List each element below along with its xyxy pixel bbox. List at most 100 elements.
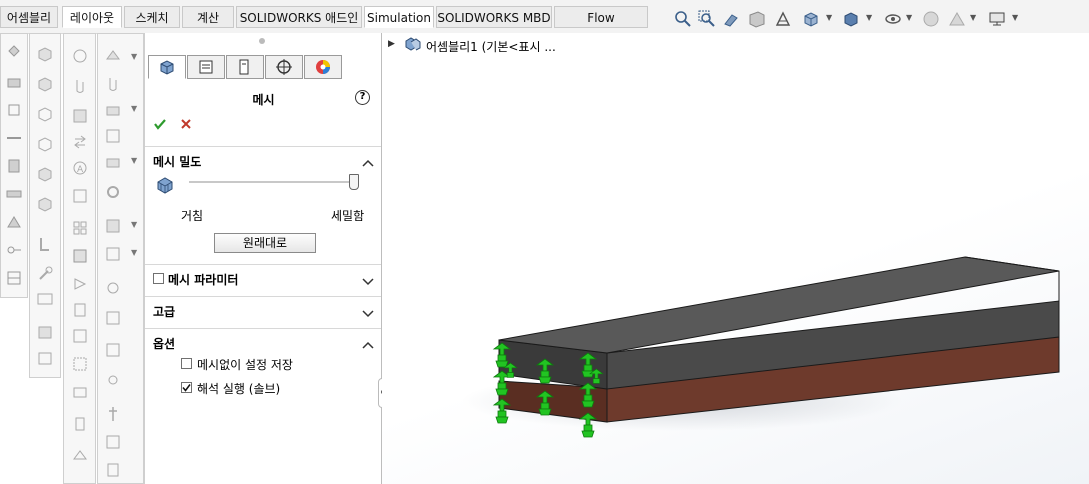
cube-icon[interactable] bbox=[35, 104, 55, 124]
bill-of-materials-icon[interactable] bbox=[4, 268, 24, 288]
zoom-to-fit-icon[interactable] bbox=[674, 10, 692, 28]
tab-solidworks-mbd[interactable]: SOLIDWORKS MBD bbox=[436, 6, 552, 28]
plot-icon[interactable] bbox=[70, 326, 90, 346]
chevron-down-icon[interactable]: ▼ bbox=[131, 52, 137, 61]
dashed-box-icon[interactable] bbox=[70, 354, 90, 374]
chevron-up-icon[interactable] bbox=[362, 338, 374, 349]
chevron-down-icon[interactable]: ▼ bbox=[1012, 13, 1018, 22]
box-icon[interactable] bbox=[35, 348, 55, 368]
fixture-icon[interactable] bbox=[103, 46, 123, 66]
tab-solidworks-addins[interactable]: SOLIDWORKS 애드인 bbox=[236, 6, 362, 28]
tab-display-manager[interactable] bbox=[304, 55, 342, 79]
markers-icon[interactable] bbox=[103, 370, 123, 390]
chevron-down-icon[interactable] bbox=[362, 275, 374, 286]
external-loads-icon[interactable] bbox=[103, 100, 123, 120]
chevron-down-icon[interactable] bbox=[362, 307, 374, 318]
chevron-down-icon[interactable]: ▼ bbox=[826, 13, 832, 22]
bracket-icon[interactable] bbox=[35, 234, 55, 254]
x-icon[interactable] bbox=[179, 117, 193, 134]
bolt-icon[interactable] bbox=[103, 404, 123, 424]
results-advisor-icon[interactable] bbox=[103, 216, 123, 236]
move-component-icon[interactable] bbox=[4, 128, 24, 148]
zoom-to-area-icon[interactable] bbox=[698, 10, 716, 28]
report-icon[interactable] bbox=[103, 460, 123, 480]
tab-layout[interactable]: 레이아웃 bbox=[62, 6, 122, 28]
cube-icon[interactable] bbox=[35, 164, 55, 184]
run-analysis-checkbox[interactable] bbox=[181, 382, 192, 393]
sensor-icon[interactable] bbox=[70, 414, 90, 434]
stack-icon[interactable] bbox=[103, 432, 123, 452]
cube-icon[interactable] bbox=[35, 194, 55, 214]
mesh-density-slider-thumb[interactable] bbox=[349, 174, 359, 190]
plot-tools-icon[interactable] bbox=[103, 308, 123, 328]
apply-scene-icon[interactable] bbox=[948, 10, 966, 28]
tab-flow-simulation[interactable]: Flow Simulation bbox=[554, 6, 648, 47]
checkmark-icon[interactable] bbox=[153, 117, 167, 134]
show-hidden-icon[interactable] bbox=[4, 156, 24, 176]
grid-icon[interactable] bbox=[70, 218, 90, 238]
view-settings-monitor-icon[interactable] bbox=[988, 10, 1006, 28]
chevron-up-icon[interactable] bbox=[362, 156, 374, 167]
help-icon[interactable]: ? bbox=[355, 90, 370, 105]
shell-manager-icon[interactable] bbox=[103, 152, 123, 172]
mate-icon[interactable] bbox=[4, 72, 24, 92]
cube-icon[interactable] bbox=[35, 74, 55, 94]
chevron-down-icon[interactable]: ▼ bbox=[131, 156, 137, 165]
new-motion-study-icon[interactable] bbox=[4, 240, 24, 260]
section-view-icon[interactable] bbox=[748, 10, 766, 28]
edit-appearance-icon[interactable] bbox=[922, 10, 940, 28]
mesh-icon[interactable] bbox=[70, 246, 90, 266]
view-orientation-icon[interactable] bbox=[802, 10, 820, 28]
display-style-icon[interactable] bbox=[842, 10, 860, 28]
tab-property-manager[interactable] bbox=[148, 55, 186, 79]
insert-components-icon[interactable] bbox=[4, 42, 24, 62]
tab-simulation[interactable]: Simulation bbox=[364, 6, 434, 28]
apply-material-icon[interactable] bbox=[70, 106, 90, 126]
chevron-down-icon[interactable]: ▼ bbox=[131, 248, 137, 257]
mesh-density-slider-track[interactable] bbox=[189, 181, 359, 183]
design-insight-icon[interactable] bbox=[70, 446, 90, 466]
chevron-down-icon[interactable]: ▼ bbox=[131, 104, 137, 113]
panel-drag-handle[interactable] bbox=[259, 38, 265, 44]
save-without-mesh-checkbox[interactable] bbox=[181, 358, 192, 369]
previous-view-icon[interactable] bbox=[722, 10, 740, 28]
wrench-icon[interactable] bbox=[35, 264, 55, 284]
tab-sketch[interactable]: 스케치 bbox=[124, 6, 180, 28]
clip-icon[interactable] bbox=[103, 74, 123, 94]
run-icon[interactable] bbox=[70, 274, 90, 294]
folder-icon[interactable] bbox=[70, 382, 90, 402]
clip-icon[interactable] bbox=[70, 76, 90, 96]
gear-icon[interactable] bbox=[103, 182, 123, 202]
tab-dimxpert-manager[interactable] bbox=[265, 55, 303, 79]
chevron-down-icon[interactable]: ▼ bbox=[866, 13, 872, 22]
chevron-down-icon[interactable]: ▼ bbox=[906, 13, 912, 22]
connections-icon[interactable] bbox=[103, 126, 123, 146]
connection-icon[interactable] bbox=[70, 186, 90, 206]
tab-evaluate[interactable]: 계산 bbox=[182, 6, 234, 28]
chevron-down-icon[interactable]: ▼ bbox=[131, 220, 137, 229]
screen-icon[interactable] bbox=[35, 290, 55, 310]
reset-button[interactable]: 원래대로 bbox=[214, 233, 316, 253]
box-icon[interactable] bbox=[35, 322, 55, 342]
included-icon[interactable] bbox=[103, 340, 123, 360]
mesh-parameters-checkbox[interactable] bbox=[153, 273, 164, 284]
linear-pattern-icon[interactable] bbox=[4, 100, 24, 120]
tab-assembly[interactable]: 어셈블리 bbox=[0, 6, 58, 28]
model-viewport bbox=[462, 256, 1060, 438]
swap-icon[interactable] bbox=[70, 132, 90, 152]
reference-geometry-icon[interactable] bbox=[4, 212, 24, 232]
hide-show-items-icon[interactable] bbox=[884, 10, 902, 28]
deformed-result-icon[interactable] bbox=[103, 244, 123, 264]
chevron-down-icon[interactable]: ▼ bbox=[970, 13, 976, 22]
study-icon[interactable] bbox=[70, 46, 90, 66]
report-icon[interactable] bbox=[70, 300, 90, 320]
assembly-features-icon[interactable] bbox=[4, 184, 24, 204]
dynamic-annotation-icon[interactable] bbox=[774, 10, 792, 28]
tab-configuration-manager[interactable] bbox=[226, 55, 264, 79]
cube-icon[interactable] bbox=[35, 134, 55, 154]
tab-feature-manager[interactable] bbox=[187, 55, 225, 79]
cube-icon[interactable] bbox=[35, 44, 55, 64]
compare-results-icon[interactable] bbox=[103, 278, 123, 298]
graphics-area[interactable]: ▶ 어셈블리1 (기본<표시 ... bbox=[382, 33, 1089, 484]
load-icon[interactable]: A bbox=[70, 158, 90, 178]
